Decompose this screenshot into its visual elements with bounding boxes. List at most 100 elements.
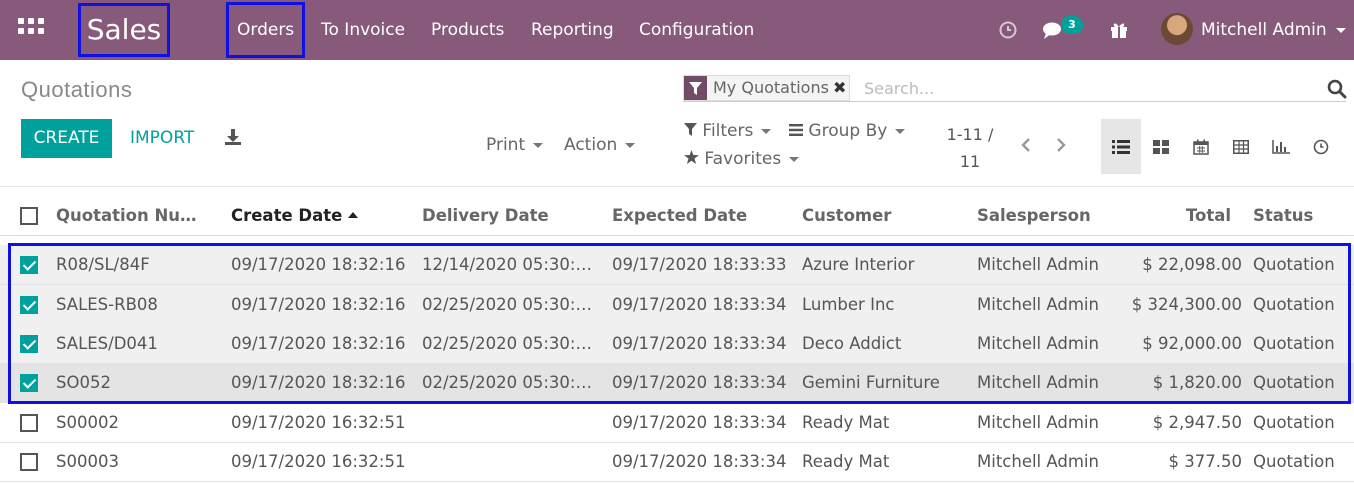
cell-delivery-date: 12/14/2020 05:30:… xyxy=(422,255,592,274)
calendar-icon xyxy=(1193,139,1209,155)
cell-total: $ 22,098.00 xyxy=(1142,255,1242,274)
chevron-down-icon[interactable] xyxy=(1336,28,1346,33)
cell-status: Quotation xyxy=(1253,373,1335,392)
create-button[interactable]: CREATE xyxy=(21,119,112,158)
row-checkbox[interactable] xyxy=(20,374,38,392)
print-dropdown[interactable]: Print xyxy=(486,135,544,155)
row-checkbox[interactable] xyxy=(20,335,38,353)
favorites-dropdown[interactable]: Favorites xyxy=(684,149,800,169)
user-menu[interactable]: Mitchell Admin xyxy=(1201,0,1327,60)
kanban-view-icon xyxy=(1153,139,1169,154)
select-all-checkbox[interactable] xyxy=(20,207,38,225)
list-view-button[interactable] xyxy=(1101,119,1141,174)
table-row[interactable]: SALES-RB08 09/17/2020 18:32:16 02/25/202… xyxy=(0,285,1354,325)
cell-create-date: 09/17/2020 18:32:16 xyxy=(231,255,406,274)
search-input[interactable] xyxy=(864,76,1304,100)
search-icon[interactable] xyxy=(1327,79,1347,99)
row-checkbox[interactable] xyxy=(20,414,38,432)
favorites-label: Favorites xyxy=(704,149,782,169)
top-navbar: Sales Orders To Invoice Products Reporti… xyxy=(0,0,1354,60)
bar-chart-icon xyxy=(1272,139,1290,154)
column-quotation-number[interactable]: Quotation Nu… xyxy=(56,196,211,236)
facet-label: My Quotations xyxy=(713,78,829,97)
cell-salesperson: Mitchell Admin xyxy=(977,452,1099,471)
gift-icon[interactable] xyxy=(1107,18,1131,42)
search-bar: My Quotations ✖ xyxy=(683,73,1347,102)
close-icon[interactable]: ✖ xyxy=(833,76,849,100)
cell-salesperson: Mitchell Admin xyxy=(977,373,1099,392)
menu-to-invoice[interactable]: To Invoice xyxy=(321,0,405,60)
menu-configuration[interactable]: Configuration xyxy=(639,0,754,60)
pivot-view-button[interactable] xyxy=(1221,119,1261,174)
menu-reporting[interactable]: Reporting xyxy=(531,0,614,60)
table-row[interactable]: S00002 09/17/2020 16:32:51 09/17/2020 18… xyxy=(0,403,1354,443)
pager-value[interactable]: 1-11 / 11 xyxy=(938,121,1002,175)
cell-create-date: 09/17/2020 18:32:16 xyxy=(231,334,406,353)
clock-icon[interactable] xyxy=(996,18,1020,42)
column-create-date-label: Create Date xyxy=(231,206,343,225)
import-button[interactable]: IMPORT xyxy=(130,119,194,158)
cell-number: SALES/D041 xyxy=(56,334,158,353)
cell-salesperson: Mitchell Admin xyxy=(977,413,1099,432)
group-by-dropdown[interactable]: Group By xyxy=(789,121,906,141)
cell-customer: Ready Mat xyxy=(802,452,890,471)
star-icon xyxy=(684,150,699,164)
chevron-down-icon xyxy=(895,128,906,134)
menu-orders[interactable]: Orders xyxy=(226,2,306,58)
cell-salesperson: Mitchell Admin xyxy=(977,295,1099,314)
avatar[interactable] xyxy=(1161,13,1193,45)
cell-create-date: 09/17/2020 18:32:16 xyxy=(231,295,406,314)
menu-products[interactable]: Products xyxy=(431,0,504,60)
filter-icon xyxy=(684,76,707,100)
row-checkbox[interactable] xyxy=(20,453,38,471)
clock-icon xyxy=(1313,139,1329,154)
cell-customer: Gemini Furniture xyxy=(802,373,940,392)
table-row[interactable]: SO052 09/17/2020 18:32:16 02/25/2020 05:… xyxy=(0,363,1354,403)
cell-salesperson: Mitchell Admin xyxy=(977,334,1099,353)
cell-status: Quotation xyxy=(1253,334,1335,353)
cell-create-date: 09/17/2020 16:32:51 xyxy=(231,452,406,471)
chevron-left-icon[interactable] xyxy=(1017,136,1035,154)
download-icon[interactable] xyxy=(224,128,242,146)
cell-delivery-date xyxy=(422,403,604,442)
column-customer[interactable]: Customer xyxy=(802,196,967,236)
column-create-date[interactable]: Create Date xyxy=(231,196,406,236)
cell-delivery-date: 02/25/2020 05:30:… xyxy=(422,295,592,314)
cell-number: S00003 xyxy=(56,452,119,471)
cell-number: S00002 xyxy=(56,413,119,432)
cell-expected-date: 09/17/2020 18:33:34 xyxy=(612,452,787,471)
cell-delivery-date: 02/25/2020 05:30:… xyxy=(422,373,592,392)
column-delivery-date[interactable]: Delivery Date xyxy=(422,196,602,236)
cell-customer: Ready Mat xyxy=(802,413,890,432)
list-view-icon xyxy=(1112,139,1130,154)
action-dropdown[interactable]: Action xyxy=(564,135,636,155)
cell-number: R08/SL/84F xyxy=(56,255,150,274)
chevron-right-icon[interactable] xyxy=(1052,136,1070,154)
table-row[interactable]: R08/SL/84F 09/17/2020 18:32:16 12/14/202… xyxy=(0,245,1354,285)
cell-salesperson: Mitchell Admin xyxy=(977,255,1099,274)
cell-expected-date: 09/17/2020 18:33:33 xyxy=(612,255,787,274)
cell-status: Quotation xyxy=(1253,295,1335,314)
table-row[interactable]: SALES/D041 09/17/2020 18:32:16 02/25/202… xyxy=(0,324,1354,364)
pager-total: 11 xyxy=(959,152,981,171)
column-total[interactable]: Total xyxy=(1120,196,1231,236)
chat-badge: 3 xyxy=(1061,16,1083,34)
table-header: Quotation Nu… Create Date Delivery Date … xyxy=(0,196,1354,236)
filters-dropdown[interactable]: Filters xyxy=(684,121,772,141)
cell-customer: Azure Interior xyxy=(802,255,915,274)
app-title[interactable]: Sales xyxy=(78,3,170,57)
graph-view-button[interactable] xyxy=(1261,119,1301,174)
calendar-view-button[interactable] xyxy=(1181,119,1221,174)
row-checkbox[interactable] xyxy=(20,256,38,274)
apps-grid-icon[interactable] xyxy=(18,18,44,44)
cell-expected-date: 09/17/2020 18:33:34 xyxy=(612,334,787,353)
table-row[interactable]: S00003 09/17/2020 16:32:51 09/17/2020 18… xyxy=(0,442,1354,482)
activity-view-button[interactable] xyxy=(1301,119,1341,174)
column-salesperson[interactable]: Salesperson xyxy=(977,196,1117,236)
row-checkbox[interactable] xyxy=(20,296,38,314)
sort-up-icon xyxy=(348,212,359,218)
kanban-view-button[interactable] xyxy=(1141,119,1181,174)
column-expected-date[interactable]: Expected Date xyxy=(612,196,792,236)
column-status[interactable]: Status xyxy=(1253,196,1353,236)
pager-range: 1-11 / xyxy=(946,125,994,144)
